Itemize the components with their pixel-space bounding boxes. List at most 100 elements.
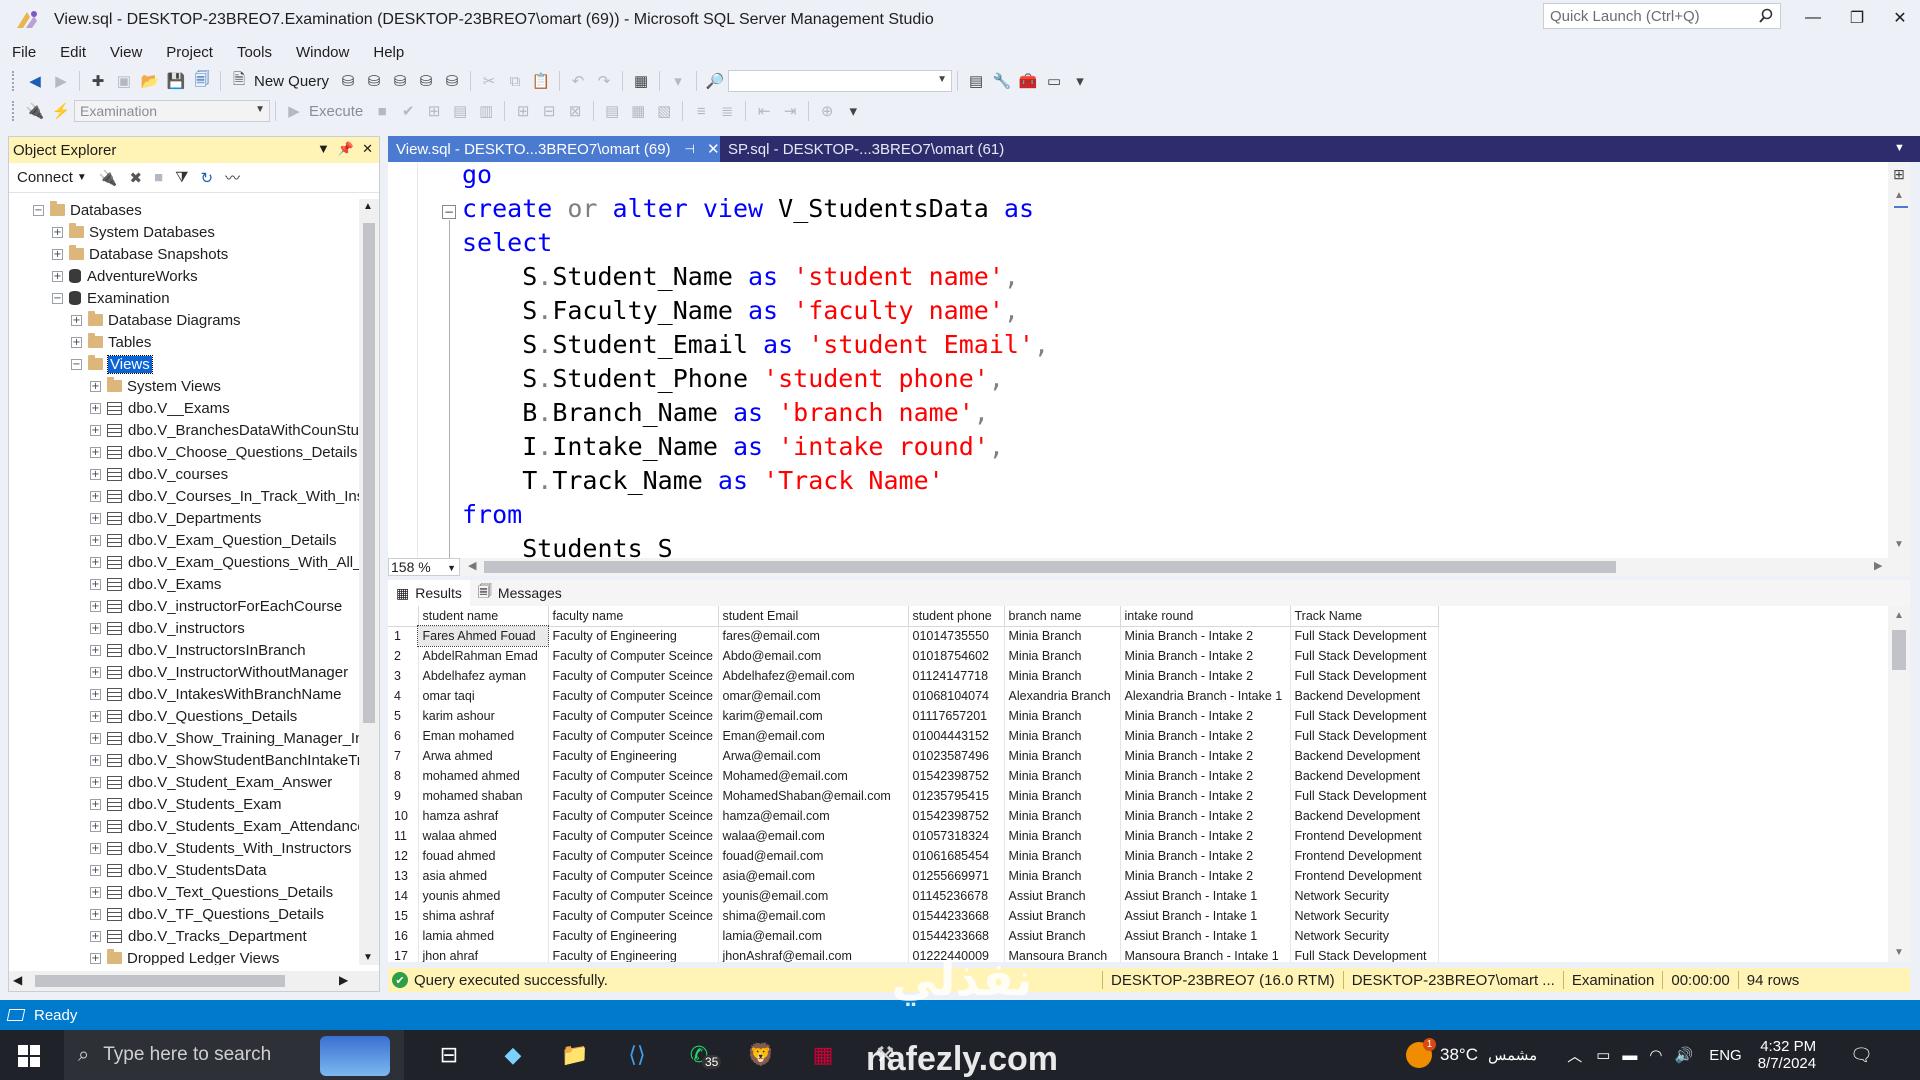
- table-cell[interactable]: Minia Branch: [1004, 706, 1121, 726]
- whatsapp-icon[interactable]: ✆ 35: [682, 1039, 722, 1071]
- table-cell[interactable]: Alexandria Branch: [1004, 686, 1121, 706]
- table-cell[interactable]: Minia Branch - Intake 2: [1120, 806, 1291, 826]
- table-cell[interactable]: Faculty of Computer Sceince: [548, 706, 719, 726]
- table-row[interactable]: 5 karim ashour Faculty of Computer Sceince…: [388, 706, 1439, 726]
- table-cell[interactable]: Faculty of Computer Sceince: [548, 826, 719, 846]
- table-cell[interactable]: Faculty of Computer Sceince: [548, 686, 719, 706]
- tab-messages[interactable]: 🗐 Messages: [470, 580, 570, 606]
- expand-icon[interactable]: +: [52, 226, 63, 238]
- table-cell[interactable]: Faculty of Engineering: [548, 926, 719, 946]
- table-cell[interactable]: Minia Branch: [1004, 766, 1121, 786]
- table-cell[interactable]: younis ahmed: [418, 886, 549, 906]
- collapse-icon[interactable]: −: [52, 292, 63, 304]
- expand-icon[interactable]: +: [90, 512, 101, 524]
- table-cell[interactable]: Faculty of Computer Sceince: [548, 806, 719, 826]
- save-icon[interactable]: 💾: [165, 70, 187, 92]
- table-cell[interactable]: walaa@email.com: [718, 826, 909, 846]
- language-indicator[interactable]: ENG: [1709, 1047, 1742, 1064]
- tree-node[interactable]: + dbo.V_Students_With_Instructors: [90, 837, 351, 859]
- table-cell[interactable]: Abdo@email.com: [718, 646, 909, 666]
- table-cell[interactable]: Minia Branch: [1004, 786, 1121, 806]
- zoom-selector[interactable]: 158 % ▼: [388, 558, 460, 576]
- expand-icon[interactable]: +: [90, 600, 101, 612]
- execute-button[interactable]: Execute: [309, 103, 363, 120]
- table-cell[interactable]: jhon ahraf: [418, 946, 549, 962]
- live-stats-icon[interactable]: ⊠: [564, 100, 586, 122]
- scroll-up-icon[interactable]: ▲: [1894, 610, 1904, 621]
- table-cell[interactable]: Minia Branch - Intake 2: [1120, 846, 1291, 866]
- table-cell[interactable]: Eman mohamed: [418, 726, 549, 746]
- close-button[interactable]: ✕: [1880, 4, 1920, 32]
- table-cell[interactable]: Backend Development: [1290, 686, 1439, 706]
- table-row[interactable]: 2 AbdelRahman Emad Faculty of Computer Sce…: [388, 646, 1439, 666]
- clock[interactable]: 4:32 PM 8/7/2024: [1758, 1038, 1816, 1072]
- row-number[interactable]: 2: [388, 646, 419, 666]
- scroll-thumb[interactable]: [1892, 630, 1906, 670]
- table-row[interactable]: 16 lamia ahmed Faculty of Engineering lamia…: [388, 926, 1439, 946]
- back-icon[interactable]: ◀: [24, 70, 46, 92]
- scroll-right-icon[interactable]: ▶: [339, 973, 348, 987]
- table-cell[interactable]: Full Stack Development: [1290, 626, 1439, 646]
- tree-node[interactable]: + dbo.V_Choose_Questions_Details: [90, 441, 357, 463]
- tree-node[interactable]: + dbo.V_ShowStudentBanchIntakeTr: [90, 749, 359, 771]
- table-cell[interactable]: 01235795415: [908, 786, 1005, 806]
- expand-icon[interactable]: +: [90, 468, 101, 480]
- toolbox-icon[interactable]: 🧰: [1017, 70, 1039, 92]
- table-cell[interactable]: shima ashraf: [418, 906, 549, 926]
- tree-node[interactable]: + dbo.V_Text_Questions_Details: [90, 881, 333, 903]
- window-layout-icon[interactable]: ▭: [1043, 70, 1065, 92]
- table-cell[interactable]: younis@email.com: [718, 886, 909, 906]
- table-cell[interactable]: Full Stack Development: [1290, 946, 1439, 962]
- menu-edit[interactable]: Edit: [48, 40, 98, 66]
- code-area[interactable]: go create or alter view V_StudentsData as…: [462, 162, 1842, 558]
- scroll-down-icon[interactable]: ▼: [363, 952, 373, 963]
- table-cell[interactable]: mohamed shaban: [418, 786, 549, 806]
- scroll-down-icon[interactable]: ▼: [1894, 947, 1904, 958]
- table-cell[interactable]: Faculty of Computer Sceince: [548, 866, 719, 886]
- find-combo[interactable]: ▼: [728, 70, 953, 92]
- quick-launch-input[interactable]: Quick Launch (Ctrl+Q): [1543, 3, 1781, 29]
- find-icon[interactable]: 🔎: [704, 70, 726, 92]
- table-cell[interactable]: asia@email.com: [718, 866, 909, 886]
- table-cell[interactable]: AbdelRahman Emad: [418, 646, 549, 666]
- table-cell[interactable]: Backend Development: [1290, 746, 1439, 766]
- table-cell[interactable]: karim ashour: [418, 706, 549, 726]
- comment-icon[interactable]: ≡: [690, 100, 712, 122]
- table-cell[interactable]: Minia Branch - Intake 2: [1120, 866, 1291, 886]
- table-row[interactable]: 6 Eman mohamed Faculty of Computer Sceince…: [388, 726, 1439, 746]
- tree-node[interactable]: + dbo.V_Exam_Question_Details: [90, 529, 336, 551]
- vertical-scrollbar[interactable]: ▲ ▼: [359, 199, 379, 965]
- increase-indent-icon[interactable]: ⇥: [779, 100, 801, 122]
- intellisense-icon[interactable]: ⊞: [512, 100, 534, 122]
- row-number[interactable]: 11: [388, 826, 419, 846]
- row-number[interactable]: 12: [388, 846, 419, 866]
- table-row[interactable]: 1 Fares Ahmed Fouad Faculty of Engineering…: [388, 625, 1439, 647]
- search-highlight-image[interactable]: [320, 1036, 390, 1076]
- expand-icon[interactable]: +: [90, 886, 101, 898]
- notification-center-icon[interactable]: 🗨: [1850, 1045, 1873, 1066]
- table-cell[interactable]: lamia ahmed: [418, 926, 549, 946]
- copy-icon[interactable]: ⧉: [504, 70, 526, 92]
- row-number[interactable]: 14: [388, 886, 419, 906]
- undo-icon[interactable]: ↶: [567, 70, 589, 92]
- tree-node[interactable]: + dbo.V_Students_Exam: [90, 793, 281, 815]
- table-row[interactable]: 4 omar taqi Faculty of Computer Sceince oma…: [388, 686, 1439, 706]
- dax-query-icon[interactable]: ⛁: [441, 70, 463, 92]
- table-cell[interactable]: Backend Development: [1290, 806, 1439, 826]
- activity-icon[interactable]: 〰: [225, 167, 240, 188]
- decrease-indent-icon[interactable]: ⇤: [753, 100, 775, 122]
- uncomment-icon[interactable]: ≣: [716, 100, 738, 122]
- tree-node[interactable]: + dbo.V_Student_Exam_Answer: [90, 771, 332, 793]
- chevron-down-icon[interactable]: ▼: [77, 172, 87, 183]
- chevron-up-icon[interactable]: ︿: [1567, 1045, 1582, 1066]
- estimated-plan-icon[interactable]: ⊞: [423, 100, 445, 122]
- results-vertical-scrollbar[interactable]: ▲ ▼: [1888, 606, 1910, 962]
- table-cell[interactable]: 01542398752: [908, 766, 1005, 786]
- row-number[interactable]: 16: [388, 926, 419, 946]
- tab-sp-sql[interactable]: SP.sql - DESKTOP-...3BREO7\omart (61): [720, 136, 1432, 162]
- database-engine-query-icon[interactable]: ⛁: [337, 70, 359, 92]
- row-number[interactable]: 5: [388, 706, 419, 726]
- expand-icon[interactable]: +: [71, 336, 82, 348]
- expand-icon[interactable]: +: [90, 710, 101, 722]
- table-cell[interactable]: 01145236678: [908, 886, 1005, 906]
